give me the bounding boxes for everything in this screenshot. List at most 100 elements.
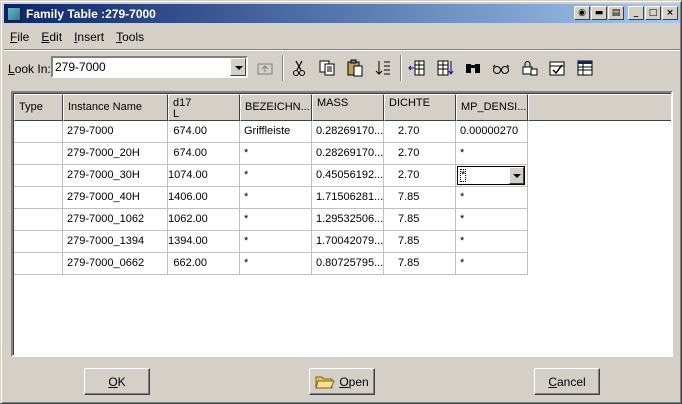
cell-mass[interactable]: 1.70042079... (312, 231, 384, 253)
table-row[interactable]: 279-7000 674.00 Griffleiste 0.28269170..… (14, 121, 528, 143)
table-row[interactable]: 279-7000_20H 674.00 * 0.28269170... 2.70… (14, 143, 528, 165)
table-row[interactable]: 279-7000_1394 1394.00 * 1.70042079... 7.… (14, 231, 528, 253)
table-row[interactable]: 279-7000_40H 1406.00 * 1.71506281... 7.8… (14, 187, 528, 209)
column-header-dichte[interactable]: DICHTE (384, 94, 456, 121)
cell-bezeichnung[interactable]: * (240, 253, 312, 275)
cell-d17[interactable]: 1062.00 (168, 209, 240, 231)
cell-instance-name[interactable]: 279-7000_0662 (63, 253, 168, 275)
cell-mp-density[interactable]: * (456, 187, 528, 209)
cell-dichte[interactable]: 7.85 (384, 253, 456, 275)
cell-mp-density[interactable]: 0.00000270 (456, 121, 528, 143)
column-header-instance-name[interactable]: Instance Name (63, 94, 168, 121)
cell-instance-name[interactable]: 279-7000 (63, 121, 168, 143)
cell-mass[interactable]: 0.80725795... (312, 253, 384, 275)
cell-mass[interactable]: 0.28269170... (312, 121, 384, 143)
insert-column-icon[interactable] (406, 57, 428, 79)
cell-instance-name[interactable]: 279-7000_1394 (63, 231, 168, 253)
layout-icon[interactable]: ▤ (608, 6, 624, 20)
camera-icon[interactable]: ◉ (574, 6, 590, 20)
cell-dichte[interactable]: 2.70 (384, 165, 456, 187)
table-body: 279-7000 674.00 Griffleiste 0.28269170..… (14, 121, 528, 275)
verify-icon[interactable] (546, 57, 568, 79)
cell-mass[interactable]: 0.45056192... (312, 165, 384, 187)
cell-d17[interactable]: 674.00 (168, 121, 240, 143)
find-icon[interactable] (462, 57, 484, 79)
copy-icon[interactable] (316, 57, 338, 79)
sort-icon[interactable] (372, 57, 394, 79)
table-icon[interactable] (574, 57, 596, 79)
toolbar: Look In: (4, 51, 604, 85)
up-folder-icon[interactable] (254, 57, 276, 79)
table-row[interactable]: 279-7000_30H 1074.00 * 0.45056192... 2.7… (14, 165, 528, 187)
cell-mp-density-editing[interactable]: * (456, 165, 528, 187)
cell-instance-name[interactable]: 279-7000_1062 (63, 209, 168, 231)
cell-dichte[interactable]: 2.70 (384, 121, 456, 143)
menu-edit[interactable]: Edit (35, 30, 68, 44)
toolbar-separator (400, 55, 402, 81)
cell-bezeichnung[interactable]: * (240, 165, 312, 187)
column-header-d17[interactable]: d17 L (168, 94, 240, 121)
cell-value-combobox[interactable]: * (457, 166, 525, 185)
open-folder-icon (315, 376, 336, 388)
cell-type[interactable] (14, 165, 63, 187)
preview-icon[interactable] (490, 57, 512, 79)
cell-type[interactable] (14, 121, 63, 143)
cell-type[interactable] (14, 209, 63, 231)
cancel-button[interactable]: Cancel (534, 368, 600, 395)
cell-mp-density[interactable]: * (456, 231, 528, 253)
minimize-button[interactable]: _ (628, 6, 644, 20)
chevron-down-icon[interactable] (509, 167, 524, 184)
look-in-input[interactable] (55, 60, 225, 74)
toolbar-icon[interactable]: ▬ (591, 6, 607, 20)
cell-type[interactable] (14, 231, 63, 253)
column-header-mp-density[interactable]: MP_DENSI... (456, 94, 528, 121)
cell-bezeichnung[interactable]: * (240, 143, 312, 165)
cell-d17[interactable]: 1406.00 (168, 187, 240, 209)
cell-instance-name[interactable]: 279-7000_40H (63, 187, 168, 209)
cell-d17[interactable]: 1074.00 (168, 165, 240, 187)
cell-dichte[interactable]: 7.85 (384, 209, 456, 231)
cell-d17[interactable]: 1394.00 (168, 231, 240, 253)
cell-mass[interactable]: 1.29532506... (312, 209, 384, 231)
open-button[interactable]: Open (309, 368, 375, 395)
cell-type[interactable] (14, 143, 63, 165)
family-table-grid[interactable]: Type Instance Name d17 L BEZEICHN... MASS… (11, 91, 673, 357)
menu-file[interactable]: File (4, 30, 35, 44)
table-row[interactable]: 279-7000_1062 1062.00 * 1.29532506... 7.… (14, 209, 528, 231)
cell-d17[interactable]: 662.00 (168, 253, 240, 275)
menu-tools[interactable]: Tools (110, 30, 150, 44)
table-row[interactable]: 279-7000_0662 662.00 * 0.80725795... 7.8… (14, 253, 528, 275)
title-bar[interactable]: Family Table :279-7000 ◉ ▬ ▤ _ □ × (4, 4, 680, 23)
cell-instance-name[interactable]: 279-7000_20H (63, 143, 168, 165)
menu-insert[interactable]: Insert (68, 30, 110, 44)
close-button[interactable]: × (662, 6, 678, 20)
cell-bezeichnung[interactable]: * (240, 187, 312, 209)
insert-row-icon[interactable] (434, 57, 456, 79)
cell-type[interactable] (14, 253, 63, 275)
menu-bar: File Edit Insert Tools (4, 27, 150, 47)
column-header-type[interactable]: Type (14, 94, 63, 121)
cell-mass[interactable]: 1.71506281... (312, 187, 384, 209)
column-header-mass[interactable]: MASS (312, 94, 384, 121)
cell-dichte[interactable]: 7.85 (384, 187, 456, 209)
lock-icon[interactable] (518, 57, 540, 79)
look-in-combobox[interactable] (51, 56, 248, 78)
cell-bezeichnung[interactable]: * (240, 231, 312, 253)
cell-dichte[interactable]: 7.85 (384, 231, 456, 253)
cell-d17[interactable]: 674.00 (168, 143, 240, 165)
cell-bezeichnung[interactable]: Griffleiste (240, 121, 312, 143)
cell-mp-density[interactable]: * (456, 209, 528, 231)
cell-mp-density[interactable]: * (456, 143, 528, 165)
chevron-down-icon[interactable] (230, 58, 246, 76)
cell-mp-density[interactable]: * (456, 253, 528, 275)
cell-type[interactable] (14, 187, 63, 209)
ok-button[interactable]: OK (84, 368, 150, 395)
cut-icon[interactable] (288, 57, 310, 79)
paste-icon[interactable] (344, 57, 366, 79)
cell-instance-name[interactable]: 279-7000_30H (63, 165, 168, 187)
cell-dichte[interactable]: 2.70 (384, 143, 456, 165)
cell-bezeichnung[interactable]: * (240, 209, 312, 231)
cell-mass[interactable]: 0.28269170... (312, 143, 384, 165)
maximize-button[interactable]: □ (645, 6, 661, 20)
column-header-bezeichnung[interactable]: BEZEICHN... (240, 94, 312, 121)
